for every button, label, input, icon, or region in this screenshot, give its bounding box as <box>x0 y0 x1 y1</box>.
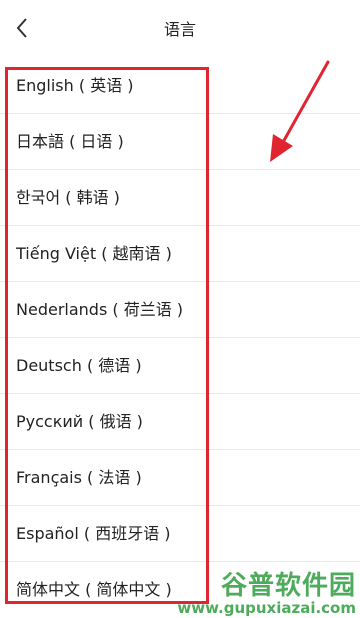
language-item-vietnamese[interactable]: Tiếng Việt ( 越南语 ) <box>0 226 360 282</box>
language-label: Русский ( 俄语 ) <box>16 412 143 431</box>
language-item-spanish[interactable]: Español ( 西班牙语 ) <box>0 506 360 562</box>
language-label: Tiếng Việt ( 越南语 ) <box>16 244 172 263</box>
language-item-korean[interactable]: 한국어 ( 韩语 ) <box>0 170 360 226</box>
language-label: English ( 英语 ) <box>16 76 134 95</box>
language-label: Español ( 西班牙语 ) <box>16 524 171 543</box>
language-label: Nederlands ( 荷兰语 ) <box>16 300 184 319</box>
language-item-dutch[interactable]: Nederlands ( 荷兰语 ) <box>0 282 360 338</box>
header-bar: 语言 <box>0 0 360 56</box>
page-title: 语言 <box>163 20 196 39</box>
language-item-french[interactable]: Français ( 法语 ) <box>0 450 360 506</box>
language-item-russian[interactable]: Русский ( 俄语 ) <box>0 394 360 450</box>
language-settings-screen: 语言 English ( 英语 ) 日本語 ( 日语 ) 한국어 ( 韩语 ) … <box>0 0 360 618</box>
language-label: 日本語 ( 日语 ) <box>16 132 124 151</box>
language-label: 简体中文 ( 简体中文 ) <box>16 580 172 599</box>
language-item-japanese[interactable]: 日本語 ( 日语 ) <box>0 114 360 170</box>
language-label: Français ( 法语 ) <box>16 468 142 487</box>
language-item-english[interactable]: English ( 英语 ) <box>0 58 360 114</box>
language-label: Deutsch ( 德语 ) <box>16 356 142 375</box>
language-label: 한국어 ( 韩语 ) <box>16 188 120 207</box>
language-item-german[interactable]: Deutsch ( 德语 ) <box>0 338 360 394</box>
language-list: English ( 英语 ) 日本語 ( 日语 ) 한국어 ( 韩语 ) Tiế… <box>0 58 360 618</box>
language-item-simplified-chinese[interactable]: 简体中文 ( 简体中文 ) <box>0 562 360 618</box>
